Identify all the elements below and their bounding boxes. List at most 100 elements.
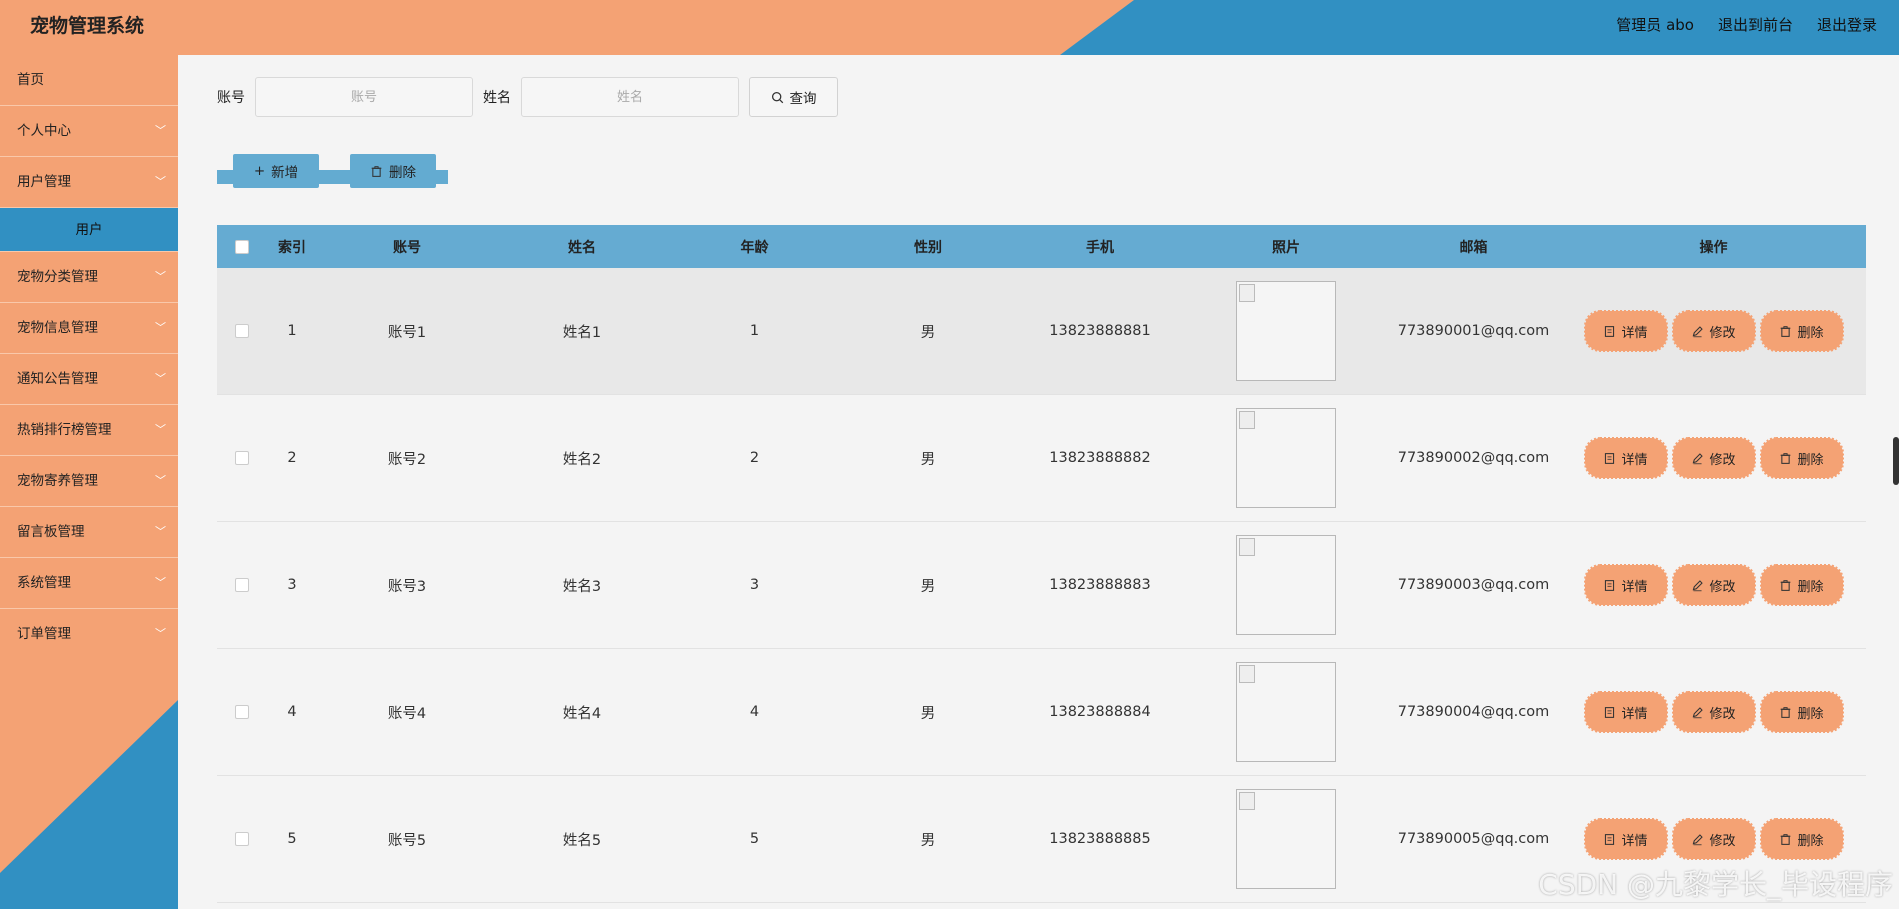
select-all-cell [217, 239, 267, 254]
edit-label: 修改 [1709, 579, 1736, 595]
chevron-down-icon: ﹀ [155, 474, 166, 487]
back-to-front-link[interactable]: 退出到前台 [1718, 0, 1793, 50]
detail-button[interactable]: 详情 [1583, 691, 1668, 733]
edit-icon [1693, 833, 1704, 845]
detail-label: 详情 [1621, 579, 1648, 595]
header-ops: 操作 [1561, 237, 1866, 257]
search-bar: 账号 姓名 查询 [217, 77, 838, 117]
chevron-down-icon: ﹀ [155, 321, 166, 334]
scrollbar-thumb[interactable] [1893, 437, 1899, 485]
sidebar-item-pet-info[interactable]: 宠物信息管理 ﹀ [0, 303, 178, 354]
trash-icon [1781, 452, 1791, 464]
sidebar-item-profile[interactable]: 个人中心 ﹀ [0, 106, 178, 157]
cell-name: 姓名2 [562, 451, 602, 468]
row-checkbox[interactable] [235, 578, 249, 592]
user-table: 索引 账号 姓名 年龄 性别 手机 照片 邮箱 操作 1 账号1 姓名1 1 男 1382… [217, 225, 1866, 903]
sidebar-subitem-user[interactable]: 用户 [0, 208, 178, 252]
sidebar-item-bestseller[interactable]: 热销排行榜管理 ﹀ [0, 405, 178, 456]
trash-icon [1781, 706, 1791, 718]
delete-button[interactable]: 删除 [1759, 310, 1844, 352]
sidebar-item-message-board[interactable]: 留言板管理 ﹀ [0, 507, 178, 558]
row-checkbox[interactable] [235, 705, 249, 719]
row-checkbox[interactable] [235, 451, 249, 465]
query-button[interactable]: 查询 [749, 77, 838, 117]
app-title: 宠物管理系统 [30, 15, 145, 37]
logout-link[interactable]: 退出登录 [1817, 0, 1877, 50]
cell-phone: 13823888881 [1049, 323, 1151, 339]
cell-photo [1186, 281, 1386, 381]
detail-button[interactable]: 详情 [1583, 310, 1668, 352]
detail-label: 详情 [1621, 325, 1648, 341]
row-checkbox[interactable] [235, 324, 249, 338]
sidebar-item-orders[interactable]: 订单管理 ﹀ [0, 609, 178, 660]
document-icon [1605, 325, 1615, 337]
sidebar-item-boarding[interactable]: 宠物寄养管理 ﹀ [0, 456, 178, 507]
detail-label: 详情 [1621, 833, 1648, 849]
sidebar-item-label: 系统管理 [17, 575, 71, 591]
cell-email: 773890005@qq.com [1397, 831, 1550, 847]
cell-phone: 13823888883 [1049, 577, 1151, 593]
name-search-input[interactable] [521, 77, 739, 117]
delete-button[interactable]: 删除 [1759, 818, 1844, 860]
sidebar-item-home[interactable]: 首页 [0, 55, 178, 106]
header-phone: 手机 [1086, 239, 1114, 256]
cell-phone: 13823888884 [1049, 704, 1151, 720]
search-icon [771, 91, 783, 103]
document-icon [1605, 833, 1615, 845]
cell-ops: 详情 修改 删除 [1561, 437, 1866, 479]
cell-index: 1 [287, 323, 297, 339]
chevron-down-icon: ﹀ [155, 124, 166, 137]
watermark: CSDN @九黎学长_毕设程序 [1538, 868, 1893, 901]
cell-photo [1186, 535, 1386, 635]
sidebar-item-label: 通知公告管理 [17, 371, 98, 387]
cell-account: 账号1 [387, 324, 427, 341]
cell-index: 5 [287, 831, 297, 847]
edit-button[interactable]: 修改 [1671, 437, 1756, 479]
edit-icon [1693, 706, 1704, 718]
cell-ops: 详情 修改 删除 [1561, 818, 1866, 860]
header-gender: 性别 [914, 239, 942, 256]
detail-button[interactable]: 详情 [1583, 564, 1668, 606]
table-row: 1 账号1 姓名1 1 男 13823888881 773890001@qq.com 详情 修改… [217, 268, 1866, 395]
batch-delete-button[interactable]: 删除 [350, 154, 436, 188]
trash-icon [1781, 579, 1791, 591]
broken-image-icon [1236, 408, 1336, 508]
header-orange-band [0, 0, 1134, 55]
row-checkbox-cell [217, 324, 267, 338]
sidebar-item-user-management[interactable]: 用户管理 ﹀ [0, 157, 178, 208]
chevron-down-icon: ﹀ [155, 627, 166, 640]
document-icon [1605, 706, 1615, 718]
select-all-checkbox[interactable] [235, 239, 249, 254]
sidebar-item-system[interactable]: 系统管理 ﹀ [0, 558, 178, 609]
delete-button[interactable]: 删除 [1759, 691, 1844, 733]
cell-gender: 男 [920, 832, 936, 849]
cell-gender: 男 [920, 451, 936, 468]
delete-button[interactable]: 删除 [1759, 437, 1844, 479]
cell-photo [1186, 662, 1386, 762]
delete-label: 删除 [389, 165, 416, 181]
sidebar-item-notice[interactable]: 通知公告管理 ﹀ [0, 354, 178, 405]
edit-button[interactable]: 修改 [1671, 564, 1756, 606]
row-checkbox[interactable] [235, 832, 249, 846]
add-button[interactable]: + 新增 [233, 154, 319, 188]
sidebar-item-pet-category[interactable]: 宠物分类管理 ﹀ [0, 252, 178, 303]
detail-button[interactable]: 详情 [1583, 437, 1668, 479]
edit-button[interactable]: 修改 [1671, 818, 1756, 860]
edit-button[interactable]: 修改 [1671, 310, 1756, 352]
sidebar-item-label: 用户管理 [17, 174, 71, 190]
cell-ops: 详情 修改 删除 [1561, 310, 1866, 352]
document-icon [1605, 579, 1615, 591]
table-header: 索引 账号 姓名 年龄 性别 手机 照片 邮箱 操作 [217, 225, 1866, 268]
account-search-input[interactable] [255, 77, 473, 117]
cell-phone: 13823888882 [1049, 450, 1151, 466]
broken-image-icon [1236, 789, 1336, 889]
sidebar-item-label: 首页 [17, 72, 44, 88]
edit-label: 修改 [1709, 452, 1736, 468]
admin-label: 管理员 abo [1616, 16, 1694, 34]
edit-button[interactable]: 修改 [1671, 691, 1756, 733]
delete-button[interactable]: 删除 [1759, 564, 1844, 606]
cell-age: 4 [749, 704, 760, 720]
cell-gender: 男 [920, 578, 936, 595]
sidebar-item-label: 订单管理 [17, 626, 71, 642]
detail-button[interactable]: 详情 [1583, 818, 1668, 860]
